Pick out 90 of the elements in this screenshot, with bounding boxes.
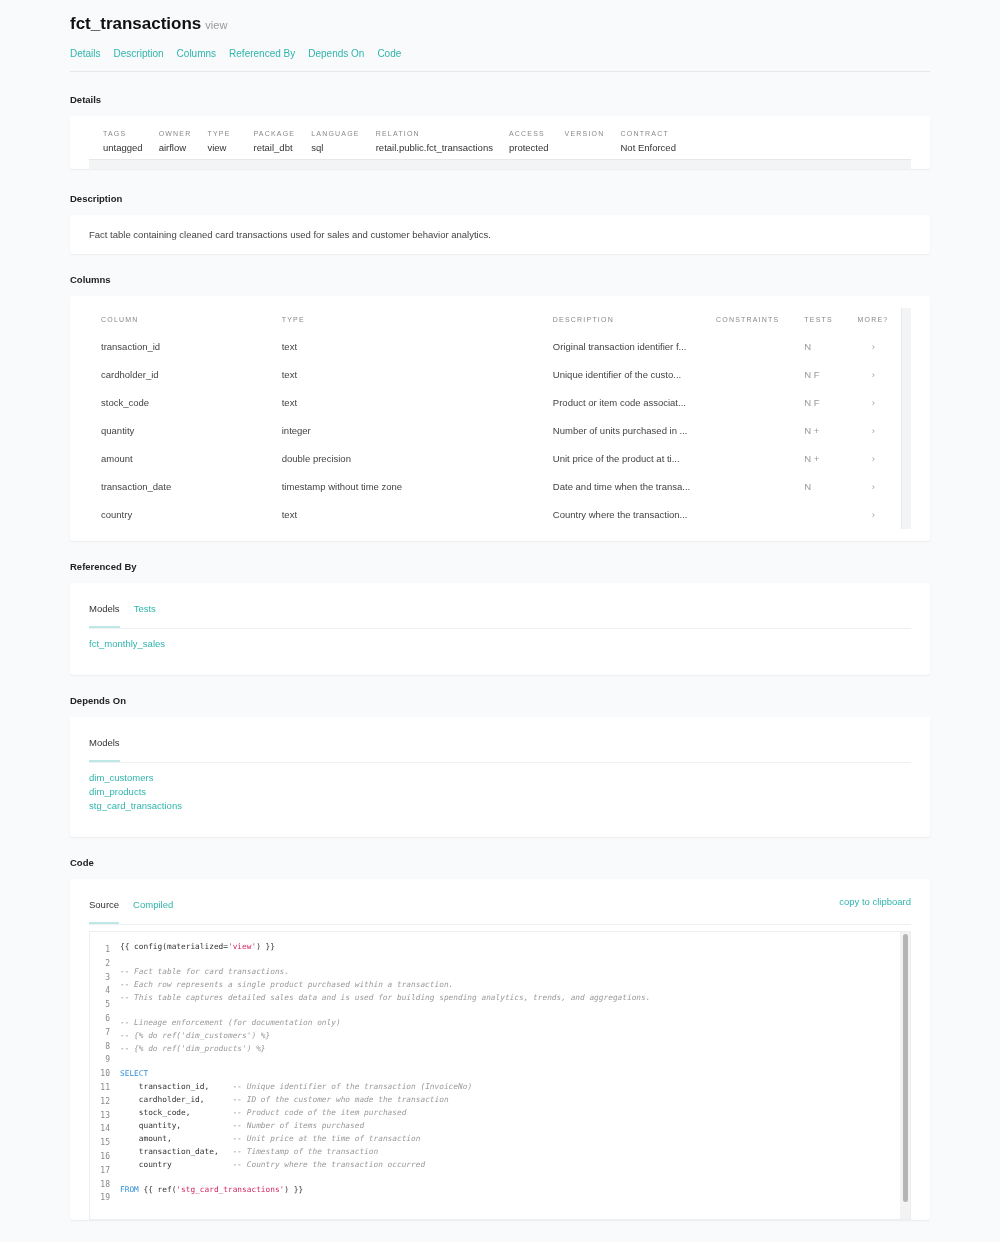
- table-cell-text: N F: [803, 368, 821, 382]
- table-cell-text: stock_code: [100, 396, 151, 410]
- tab[interactable]: Models: [89, 583, 120, 628]
- table-cell-text: cardholder_id: [100, 368, 160, 382]
- table-cell-text: N F: [803, 396, 821, 410]
- expand-chevron[interactable]: ›: [845, 389, 901, 417]
- expand-chevron[interactable]: ›: [845, 501, 901, 529]
- table-cell-text: N +: [803, 424, 821, 438]
- model-link[interactable]: fct_monthly_sales: [89, 638, 166, 649]
- line-number: 10: [99, 1068, 110, 1081]
- expand-chevron[interactable]: ›: [845, 361, 901, 389]
- nav-link[interactable]: Description: [113, 48, 164, 59]
- table-cell-text: transaction_date: [100, 480, 173, 494]
- table-cell-text: Number of units purchased in ...: [551, 424, 689, 438]
- tab[interactable]: Tests: [133, 583, 156, 628]
- line-number: 13: [99, 1109, 110, 1122]
- copy-link[interactable]: copy to clipboard: [839, 896, 911, 907]
- table-cell-text: N: [803, 340, 813, 354]
- field-value: airflow: [158, 142, 188, 153]
- field-value: retail_dbt: [253, 142, 294, 153]
- table-cell-text: integer: [280, 424, 312, 438]
- section-heading: Details: [70, 93, 103, 107]
- line-number: 8: [104, 1040, 110, 1053]
- table-cell-text: N: [803, 480, 813, 494]
- field-value: retail.public.fct_transactions: [375, 142, 493, 153]
- field-value: sql: [311, 142, 325, 153]
- description-text: Fact table containing cleaned card transactions used for sales and customer behavior analytics.: [88, 228, 492, 242]
- table-cell-text: Product or item code associat...: [551, 396, 687, 410]
- tab[interactable]: Compiled: [133, 879, 174, 924]
- expand-chevron[interactable]: ›: [845, 333, 901, 361]
- table-cell-text: timestamp without time zone: [280, 480, 404, 494]
- model-link[interactable]: stg_card_transactions: [89, 800, 182, 811]
- tab[interactable]: Source: [89, 879, 120, 924]
- model-link[interactable]: dim_products: [89, 786, 147, 797]
- line-number: 19: [99, 1192, 110, 1205]
- line-number: 2: [104, 957, 110, 970]
- table-cell-text: text: [280, 396, 299, 410]
- line-number: 18: [99, 1178, 110, 1191]
- line-number: 6: [104, 1013, 110, 1025]
- model-link[interactable]: dim_customers: [89, 772, 154, 783]
- table-cell-text: amount: [100, 452, 134, 466]
- page-title: fct_transactions: [70, 14, 202, 34]
- line-number: 1: [104, 944, 110, 956]
- table-cell-text: Country where the transaction...: [551, 508, 689, 522]
- tab[interactable]: Models: [89, 717, 120, 762]
- section-heading: Depends On: [70, 694, 127, 708]
- table-cell-text: text: [280, 368, 299, 382]
- line-number: 5: [104, 999, 110, 1012]
- table-cell-text: N +: [803, 452, 821, 466]
- section-heading: Columns: [70, 273, 112, 287]
- table-cell-text: country: [100, 508, 134, 522]
- scrollbar[interactable]: [89, 159, 911, 169]
- table-cell-text: transaction_id: [100, 340, 162, 354]
- expand-chevron[interactable]: ›: [845, 417, 901, 445]
- line-number: 15: [99, 1137, 110, 1150]
- section-heading: Description: [70, 192, 124, 206]
- field-value: Not Enforced: [620, 142, 676, 153]
- expand-chevron[interactable]: ›: [845, 473, 901, 501]
- table-cell-text: double precision: [280, 452, 352, 466]
- line-number: 14: [99, 1123, 110, 1136]
- section-heading: Code: [70, 856, 95, 870]
- table-cell-text: Original transaction identifier f...: [551, 340, 688, 354]
- code-editor[interactable]: [89, 931, 911, 1220]
- line-number: 17: [99, 1164, 110, 1177]
- expand-chevron[interactable]: ›: [845, 445, 901, 473]
- line-number: 4: [104, 985, 110, 998]
- nav-link[interactable]: Columns: [176, 48, 217, 59]
- nav-link[interactable]: Code: [377, 48, 402, 59]
- page-subtitle: view: [205, 19, 228, 31]
- line-number: 9: [104, 1054, 110, 1067]
- scrollbar[interactable]: [901, 308, 911, 529]
- line-number: 12: [99, 1095, 110, 1108]
- line-number: 11: [99, 1081, 110, 1094]
- nav-link[interactable]: Depends On: [308, 48, 365, 59]
- table-cell-text: Unique identifier of the custo...: [551, 368, 683, 382]
- table-cell-text: quantity: [100, 424, 136, 438]
- nav-link[interactable]: Details: [70, 48, 101, 59]
- table-cell-text: Date and time when the transa...: [551, 480, 692, 494]
- nav-link[interactable]: Referenced By: [229, 48, 296, 59]
- table-cell-text: Unit price of the product at ti...: [551, 452, 681, 466]
- table-cell-text: text: [280, 340, 299, 354]
- field-value: untagged: [103, 142, 143, 153]
- section-heading: Referenced By: [70, 560, 138, 574]
- line-number: 3: [104, 971, 110, 984]
- scrollbar[interactable]: [902, 934, 908, 1202]
- line-number: 7: [104, 1026, 110, 1039]
- line-number: 16: [99, 1150, 110, 1163]
- table-cell-text: text: [280, 508, 299, 522]
- field-value: protected: [508, 142, 549, 153]
- field-value: view: [207, 142, 228, 153]
